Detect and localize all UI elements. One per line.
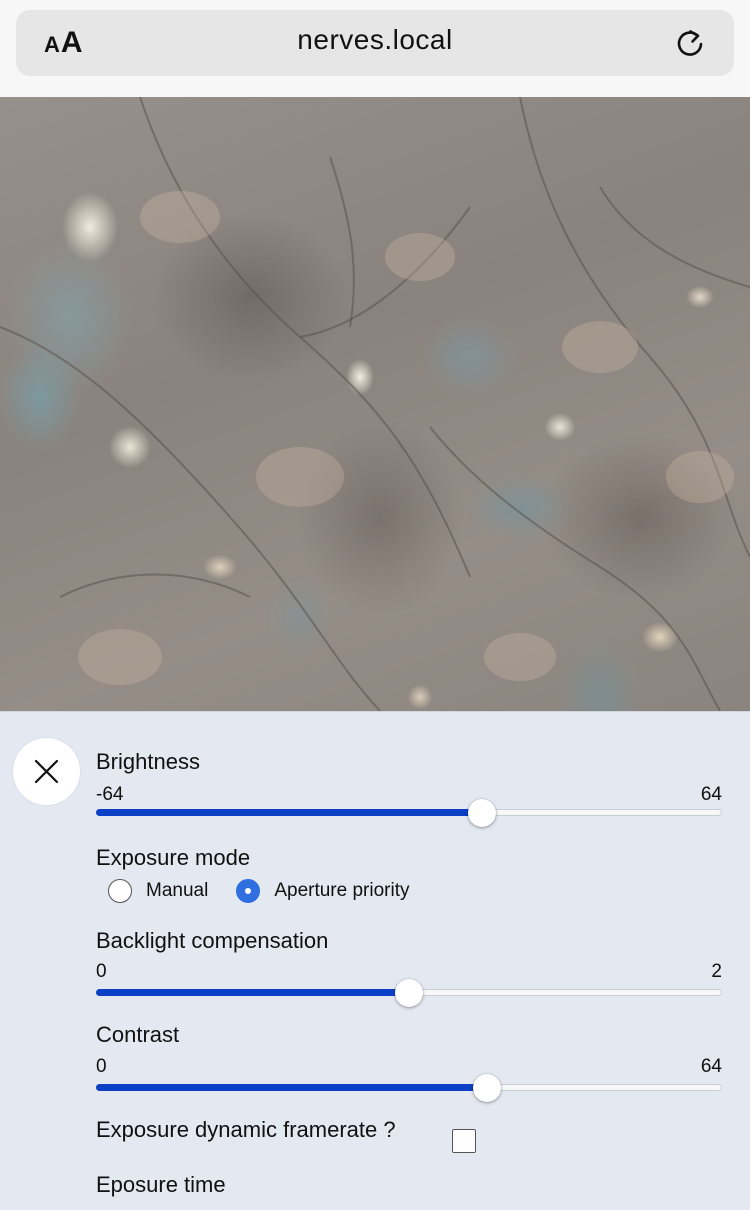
exposure-mode-manual-label: Manual (146, 880, 209, 901)
contrast-slider-thumb[interactable] (473, 1074, 502, 1102)
exposure-time-label: Eposure time (96, 1172, 226, 1197)
brightness-slider-thumb[interactable] (468, 799, 497, 827)
url-text[interactable]: nerves.local (16, 24, 734, 56)
backlight-compensation-label: Backlight compensation (96, 928, 329, 953)
exposure-mode-manual-radio[interactable] (108, 879, 132, 903)
camera-controls-panel: Brightness -64 64 Exposure mode Manual A… (0, 711, 750, 1210)
exposure-mode-label: Exposure mode (96, 845, 251, 870)
browser-toolbar: A A nerves.local (0, 0, 750, 97)
exposure-mode-aperture-label: Aperture priority (274, 880, 410, 901)
brightness-slider-fill (96, 809, 483, 816)
reload-button[interactable] (670, 24, 710, 64)
exposure-mode-aperture-option[interactable]: Aperture priority (236, 879, 410, 903)
backlight-compensation-slider[interactable] (96, 978, 722, 1008)
exposure-mode-aperture-radio[interactable] (236, 879, 261, 903)
camera-branches (0, 97, 750, 711)
reload-icon (677, 30, 703, 56)
exposure-mode-radio-group: Manual Aperture priority (108, 876, 438, 906)
address-bar[interactable]: A A nerves.local (16, 10, 734, 76)
exposure-mode-manual-option[interactable]: Manual (108, 879, 208, 903)
backlight-compensation-slider-fill (96, 989, 409, 996)
contrast-slider[interactable] (96, 1073, 722, 1103)
contrast-slider-fill (96, 1084, 488, 1091)
close-icon (34, 759, 59, 784)
exposure-dynamic-framerate-label: Exposure dynamic framerate ? (96, 1117, 396, 1142)
camera-preview (0, 97, 750, 711)
close-button[interactable] (13, 738, 80, 805)
contrast-label: Contrast (96, 1022, 180, 1047)
browser-page: A A nerves.local Brightness -64 64 Expos… (0, 0, 750, 1210)
brightness-slider[interactable] (96, 798, 722, 828)
exposure-dynamic-framerate-checkbox[interactable] (452, 1129, 476, 1153)
brightness-label: Brightness (96, 749, 200, 774)
backlight-compensation-slider-thumb[interactable] (395, 979, 423, 1007)
